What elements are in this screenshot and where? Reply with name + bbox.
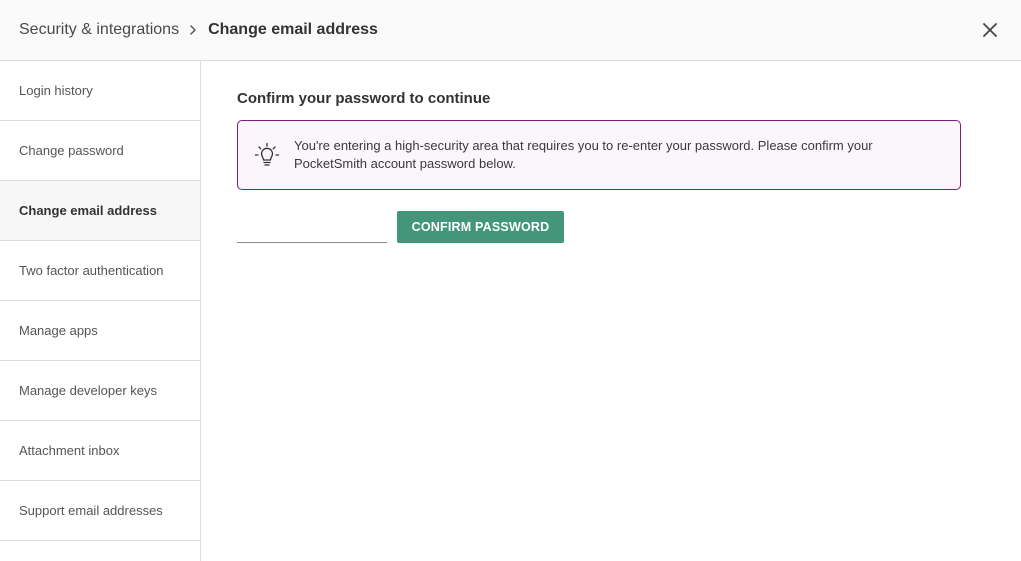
breadcrumb-parent-link[interactable]: Security & integrations: [19, 21, 179, 39]
sidebar-item-attachment-inbox[interactable]: Attachment inbox: [0, 421, 200, 481]
settings-sidebar: Login history Change password Change ema…: [0, 61, 201, 561]
sidebar-item-label: Manage apps: [19, 323, 98, 338]
sidebar-item-two-factor-authentication[interactable]: Two factor authentication: [0, 241, 200, 301]
sidebar-item-support-email-addresses[interactable]: Support email addresses: [0, 481, 200, 541]
sidebar-item-change-password[interactable]: Change password: [0, 121, 200, 181]
sidebar-item-label: Support email addresses: [19, 503, 163, 518]
password-input[interactable]: [237, 211, 387, 243]
confirm-password-row: CONFIRM PASSWORD: [237, 211, 977, 243]
sidebar-item-login-history[interactable]: Login history: [0, 61, 200, 121]
sidebar-item-label: Two factor authentication: [19, 263, 164, 278]
confirm-password-button[interactable]: CONFIRM PASSWORD: [397, 211, 564, 243]
modal-header: Security & integrations Change email add…: [0, 0, 1021, 61]
sidebar-item-label: Attachment inbox: [19, 443, 120, 458]
lightbulb-icon: [254, 142, 280, 166]
close-icon[interactable]: [981, 21, 999, 39]
sidebar-item-label: Change password: [19, 143, 124, 158]
sidebar-item-label: Login history: [19, 83, 93, 98]
main-content: Confirm your password to continue You're…: [237, 61, 977, 243]
page-title: Confirm your password to continue: [237, 90, 491, 107]
chevron-right-icon: [190, 25, 196, 35]
sidebar-item-label: Manage developer keys: [19, 383, 158, 398]
security-notice-text: You're entering a high-security area tha…: [294, 138, 873, 171]
sidebar-item-manage-apps[interactable]: Manage apps: [0, 301, 200, 361]
sidebar-item-manage-developer-keys[interactable]: Manage developer keys: [0, 361, 200, 421]
breadcrumb-current: Change email address: [208, 21, 378, 38]
sidebar-item-change-email-address[interactable]: Change email address: [0, 181, 200, 241]
sidebar-item-label: Change email address: [19, 203, 157, 218]
security-notice: You're entering a high-security area tha…: [237, 120, 961, 190]
